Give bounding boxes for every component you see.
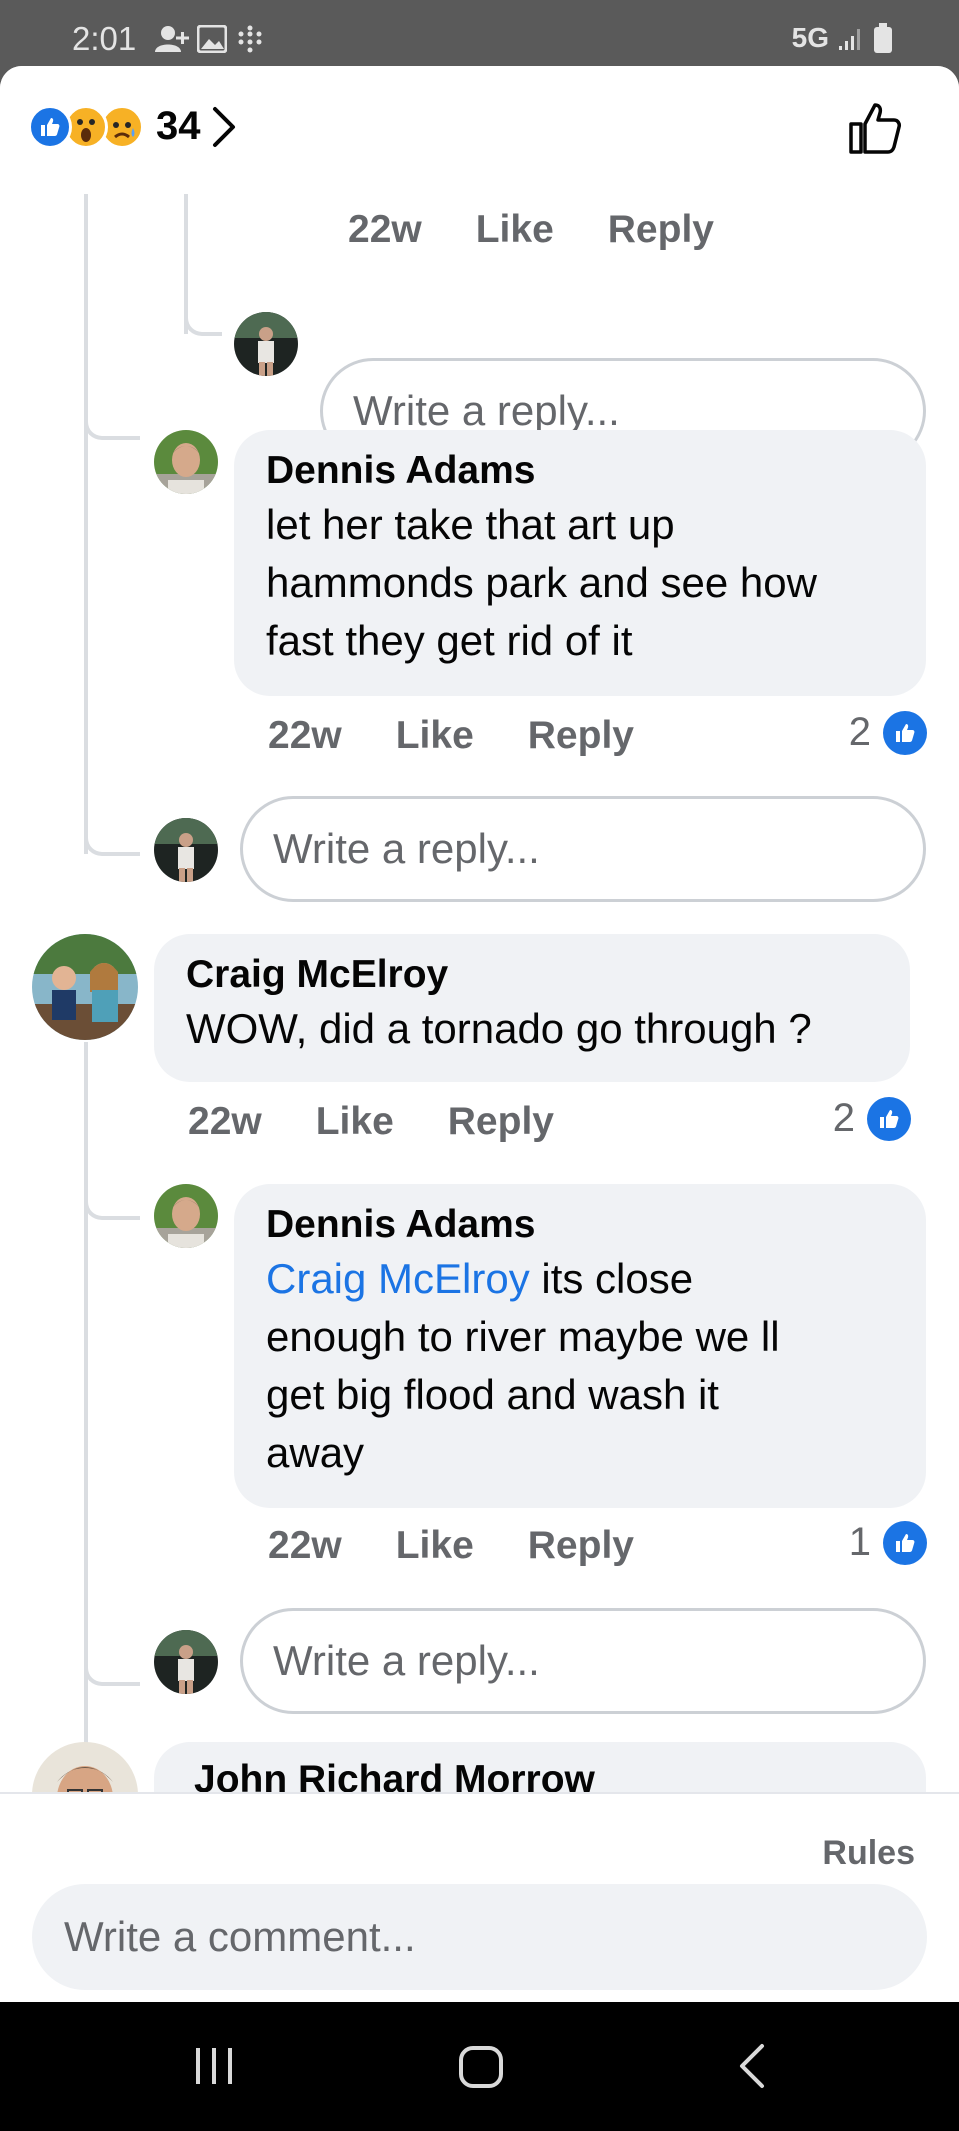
reply-placeholder: Write a reply... xyxy=(353,387,620,434)
comment-bubble[interactable]: Dennis Adams let her take that art up ha… xyxy=(234,430,926,696)
navigation-bar xyxy=(0,2002,959,2131)
comment-bubble[interactable]: Craig McElroy WOW, did a tornado go thro… xyxy=(154,934,910,1082)
comment-text-line: get big flood and wash it xyxy=(266,1371,719,1418)
like-reaction-icon xyxy=(883,710,927,755)
comment-composer: Rules Write a comment... xyxy=(0,1792,959,2002)
status-time: 2:01 xyxy=(72,20,137,57)
comments-sheet: 34 22w Like Reply Write a reply... Denni… xyxy=(0,66,959,2002)
reactions-summary[interactable]: 34 xyxy=(28,104,237,149)
comment-time: 22w xyxy=(268,1524,342,1567)
comment-bubble[interactable]: John Richard Morrow xyxy=(154,1742,926,1792)
comment-text-fragment: its close xyxy=(529,1255,694,1302)
rules-link[interactable]: Rules xyxy=(822,1834,915,1873)
battery-icon xyxy=(874,23,892,53)
reaction-count: 34 xyxy=(156,104,201,148)
comment-input[interactable]: Write a comment... xyxy=(32,1884,927,1990)
like-count-number: 1 xyxy=(848,1520,871,1564)
comment-actions: 22w Like Reply xyxy=(268,1524,634,1568)
reply-link[interactable]: Reply xyxy=(528,714,634,758)
comment-text-line: let her take that art up xyxy=(266,501,675,548)
comment-text-line: enough to river maybe we ll xyxy=(266,1313,780,1360)
status-bar: 2:01 5G xyxy=(0,0,959,66)
like-count[interactable]: 2 xyxy=(833,1096,911,1141)
like-outline-icon[interactable] xyxy=(847,100,903,156)
thread-connector xyxy=(84,1198,140,1220)
like-count-number: 2 xyxy=(848,710,871,754)
like-reaction-icon xyxy=(28,104,72,149)
dots-grid-icon xyxy=(238,25,262,53)
status-system-icons: 5G xyxy=(792,22,893,54)
comment-time: 22w xyxy=(348,208,422,251)
avatar[interactable] xyxy=(154,1184,218,1248)
add-person-icon xyxy=(155,26,189,52)
thread-line-inner xyxy=(184,194,188,334)
like-count[interactable]: 1 xyxy=(849,1520,927,1565)
like-link[interactable]: Like xyxy=(396,714,474,758)
comment-text-line: hammonds park and see how xyxy=(266,559,817,606)
avatar[interactable] xyxy=(32,934,138,1040)
thread-connector xyxy=(184,314,222,336)
reply-link[interactable]: Reply xyxy=(608,208,714,252)
reply-link[interactable]: Reply xyxy=(528,1524,634,1568)
comment-time: 22w xyxy=(188,1100,262,1143)
avatar[interactable] xyxy=(234,312,298,376)
comment-bubble[interactable]: Dennis Adams Craig McElroy its close eno… xyxy=(234,1184,926,1508)
comment-author[interactable]: Craig McElroy xyxy=(186,950,878,1000)
reply-input[interactable]: Write a reply... xyxy=(240,1608,926,1714)
chevron-right-icon[interactable] xyxy=(211,105,237,149)
like-count-number: 2 xyxy=(832,1096,855,1140)
avatar[interactable] xyxy=(154,818,218,882)
comment-author[interactable]: John Richard Morrow xyxy=(194,1758,595,1792)
like-reaction-icon xyxy=(867,1096,911,1141)
thread-connector xyxy=(84,418,140,440)
comment-actions: 22w Like Reply xyxy=(348,208,714,252)
back-icon[interactable] xyxy=(736,2042,768,2090)
reply-placeholder: Write a reply... xyxy=(273,825,540,872)
like-reaction-icon xyxy=(883,1520,927,1565)
comment-time: 22w xyxy=(268,714,342,757)
comment-text-line: away xyxy=(266,1429,365,1476)
home-icon[interactable] xyxy=(458,2042,504,2090)
like-link[interactable]: Like xyxy=(316,1100,394,1144)
comment-author[interactable]: Dennis Adams xyxy=(266,446,894,496)
recent-apps-icon[interactable] xyxy=(192,2042,236,2090)
avatar[interactable] xyxy=(154,430,218,494)
like-count[interactable]: 2 xyxy=(849,710,927,755)
reply-placeholder: Write a reply... xyxy=(273,1637,540,1684)
thread-connector xyxy=(84,834,140,856)
avatar[interactable] xyxy=(32,1742,138,1792)
status-notification-icons xyxy=(155,24,265,54)
comment-actions: 22w Like Reply xyxy=(268,714,634,758)
comments-list[interactable]: 22w Like Reply Write a reply... Dennis A… xyxy=(0,194,959,1792)
mention-link[interactable]: Craig McElroy xyxy=(266,1255,530,1302)
signal-icon xyxy=(839,29,860,50)
image-icon xyxy=(197,25,227,53)
sheet-header: 34 xyxy=(0,66,959,194)
comment-text-line: Craig McElroy its close xyxy=(266,1250,894,1308)
avatar[interactable] xyxy=(154,1630,218,1694)
reply-link[interactable]: Reply xyxy=(448,1100,554,1144)
thread-line-outer xyxy=(84,194,88,854)
like-link[interactable]: Like xyxy=(396,1524,474,1568)
comment-text: WOW, did a tornado go through ? xyxy=(186,1005,812,1052)
comment-author[interactable]: Dennis Adams xyxy=(266,1200,894,1250)
comment-text-line: fast they get rid of it xyxy=(266,617,633,664)
network-label: 5G xyxy=(791,22,829,53)
thread-connector xyxy=(84,1664,140,1686)
reply-input[interactable]: Write a reply... xyxy=(240,796,926,902)
comment-placeholder: Write a comment... xyxy=(64,1913,416,1960)
comment-actions: 22w Like Reply xyxy=(188,1100,554,1144)
like-link[interactable]: Like xyxy=(476,208,554,252)
